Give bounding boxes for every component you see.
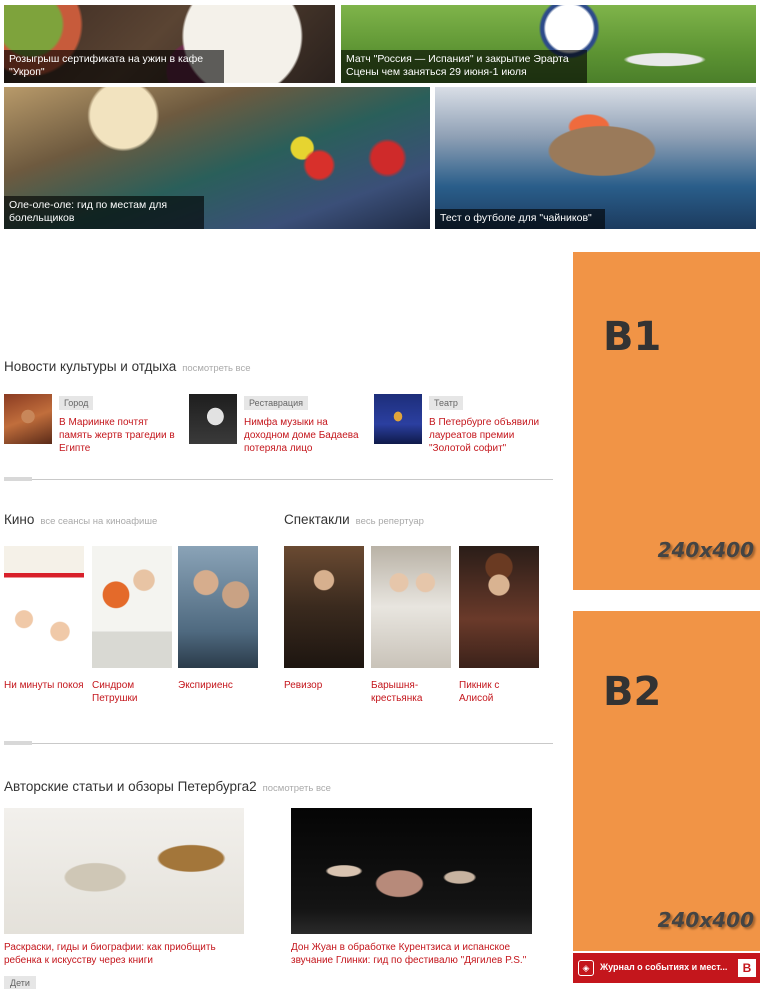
ad-label: B2 xyxy=(603,669,662,715)
section-divider xyxy=(4,743,553,744)
play-poster[interactable] xyxy=(284,546,364,668)
authors-see-all-link[interactable]: посмотреть все xyxy=(263,783,331,794)
movie-title[interactable]: Ни минуты покоя xyxy=(4,679,84,692)
article-tag[interactable]: Дети xyxy=(4,976,36,989)
ad-size: 240x400 xyxy=(657,908,754,932)
authors-section-title: Авторские статьи и обзоры Петербурга2 пос… xyxy=(4,779,331,794)
movie-title[interactable]: Экспириенс xyxy=(178,679,258,692)
cinema-see-all-link[interactable]: все сеансы на киноафише xyxy=(40,516,157,527)
journal-bar-text: Журнал о событиях и мест... xyxy=(600,962,728,972)
news-item[interactable]: Город В Мариинке почтят память жертв тра… xyxy=(4,394,179,454)
article-title[interactable]: Раскраски, гиды и биографии: как приобщи… xyxy=(4,941,254,967)
news-title[interactable]: В Петербурге объявили лауреатов премии "… xyxy=(429,416,549,455)
featured-tile-football-test[interactable]: Тест о футболе для "чайников" xyxy=(435,87,756,229)
featured-caption: Тест о футболе для "чайников" xyxy=(435,209,605,229)
article-image[interactable] xyxy=(4,808,244,934)
play-poster[interactable] xyxy=(459,546,539,668)
culture-title: Новости культуры и отдыха xyxy=(4,359,177,374)
article-title[interactable]: Дон Жуан в обработке Курентзиса и испанс… xyxy=(291,941,543,967)
section-divider xyxy=(4,479,553,480)
featured-tile-fans[interactable]: Оле-оле-оле: гид по местам для болельщик… xyxy=(4,87,430,229)
featured-caption: Розыгрыш сертификата на ужин в кафе "Укр… xyxy=(4,50,224,83)
journal-bar[interactable]: ◈ Журнал о событиях и мест... B xyxy=(573,953,760,983)
news-tag[interactable]: Реставрация xyxy=(244,396,308,410)
play-title[interactable]: Ревизор xyxy=(284,679,364,692)
caption-line: Матч "Россия — Испания" и закрытие Эрарт… xyxy=(346,53,569,65)
caption-line: Сцены чем заняться 29 июня-1 июля xyxy=(346,66,527,78)
movie-poster[interactable] xyxy=(92,546,172,668)
news-thumb xyxy=(4,394,52,444)
news-item[interactable]: Реставрация Нимфа музыки на доходном дом… xyxy=(189,394,364,454)
ad-banner-b1[interactable]: B1 240x400 xyxy=(573,252,760,590)
authors-title: Авторские статьи и обзоры Петербурга2 xyxy=(4,779,257,794)
journal-badge: B xyxy=(738,959,756,977)
featured-tile-match[interactable]: Матч "Россия — Испания" и закрытие Эрарт… xyxy=(341,5,756,83)
divider-mark xyxy=(4,477,32,481)
news-title[interactable]: Нимфа музыки на доходном доме Бадаева по… xyxy=(244,416,364,455)
ad-label: B1 xyxy=(603,314,662,360)
plays-see-all-link[interactable]: весь репертуар xyxy=(356,516,424,527)
featured-caption: Оле-оле-оле: гид по местам для болельщик… xyxy=(4,196,204,229)
news-title[interactable]: В Мариинке почтят память жертв трагедии … xyxy=(59,416,179,455)
news-thumb xyxy=(374,394,422,444)
play-title[interactable]: Барышня-крестьянка xyxy=(371,679,437,705)
plays-title: Спектакли xyxy=(284,512,350,527)
culture-see-all-link[interactable]: посмотреть все xyxy=(182,363,250,374)
ad-banner-b2[interactable]: B2 240x400 xyxy=(573,611,760,951)
news-item[interactable]: Театр В Петербурге объявили лауреатов пр… xyxy=(374,394,549,454)
plays-section-title: Спектакли весь репертуар xyxy=(284,512,424,527)
news-tag[interactable]: Театр xyxy=(429,396,463,410)
journal-logo-icon: ◈ xyxy=(578,960,594,976)
featured-caption: Матч "Россия — Испания" и закрытие Эрарт… xyxy=(341,50,587,83)
featured-tile-dinner[interactable]: Розыгрыш сертификата на ужин в кафе "Укр… xyxy=(4,5,335,83)
play-title[interactable]: Пикник с Алисой xyxy=(459,679,511,705)
cinema-section-title: Кино все сеансы на киноафише xyxy=(4,512,157,527)
movie-title[interactable]: Синдром Петрушки xyxy=(92,679,172,705)
movie-poster[interactable] xyxy=(178,546,258,668)
cinema-title: Кино xyxy=(4,512,35,527)
movie-poster[interactable] xyxy=(4,546,84,668)
news-tag[interactable]: Город xyxy=(59,396,94,410)
culture-section-title: Новости культуры и отдыха посмотреть все xyxy=(4,359,251,374)
divider-mark xyxy=(4,741,32,745)
article-image[interactable] xyxy=(291,808,532,934)
ad-size: 240x400 xyxy=(657,538,754,562)
play-poster[interactable] xyxy=(371,546,451,668)
news-thumb xyxy=(189,394,237,444)
featured-photo xyxy=(435,87,756,229)
